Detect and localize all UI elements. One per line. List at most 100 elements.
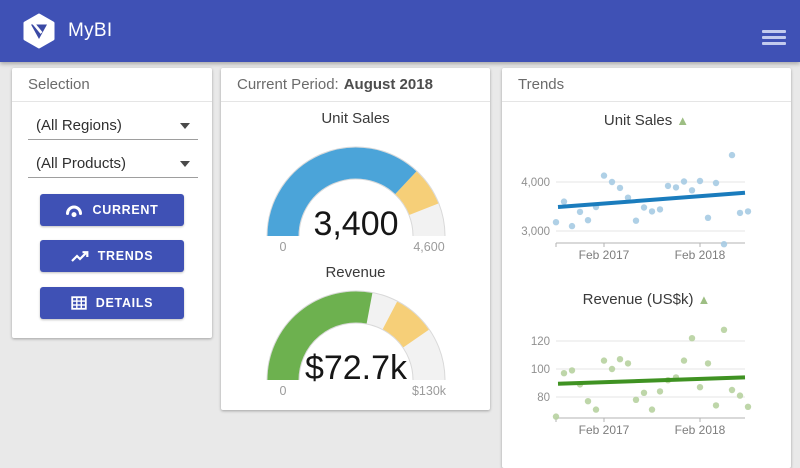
unit-sales-trend-xtick: Feb 2017 [579,248,630,262]
unit-sales-trend-point [576,208,584,216]
app-header: MyBI [0,0,800,62]
revenue-trend-ytick: 120 [531,336,550,348]
unit-sales-trend-point [560,198,568,205]
unit-sales-trend-ytick: 3,000 [521,226,550,238]
current-period-value: August 2018 [343,76,433,93]
revenue-trend-point [616,356,624,363]
current-button[interactable]: CURRENT [40,194,184,226]
revenue-gauge-band [381,301,429,348]
revenue-trend-point [744,403,752,410]
revenue-trend-xtick: Feb 2017 [579,423,630,437]
revenue-trend-point [632,396,640,403]
revenue-trend-xtick: Feb 2018 [675,423,726,437]
unit-sales-trend-point [728,151,736,159]
revenue-trend-point [696,384,704,391]
chevron-down-icon [180,160,190,167]
unit-sales-trend-ytick: 4,000 [521,177,550,189]
app-logo-icon [23,13,55,49]
revenue-trend-point [736,392,744,399]
trends-button-label: TRENDS [97,249,154,263]
regions-select-value: (All Regions) [36,117,122,134]
revenue-trend-chart: 120 100 80 Feb 2017 Feb 2018 [502,320,791,444]
unit-sales-gauge: 3,400 0 4,600 [246,140,466,258]
hamburger-menu-icon[interactable] [758,26,790,51]
revenue-trend-ytick: 80 [537,392,550,404]
revenue-trend-svg: 120 100 80 Feb 2017 Feb 2018 [531,326,752,437]
current-period-prefix: Current Period: [237,76,339,93]
revenue-trend-title-text: Revenue (US$k) [582,291,694,308]
unit-sales-trend-point [736,209,744,217]
unit-sales-trend-point [608,178,616,186]
unit-sales-gauge-band [394,171,438,216]
unit-sales-trend-point [744,208,752,215]
unit-sales-trend-point [552,219,560,226]
unit-sales-trend-point [616,184,624,192]
unit-sales-gauge-max-label: 4,600 [413,240,444,254]
unit-sales-trend-point [712,179,720,187]
unit-sales-trend-point [720,241,728,248]
unit-sales-trend-point [584,217,592,224]
revenue-trend-title: Revenue (US$k) ▲ [502,291,791,308]
unit-sales-trend-point [688,187,696,194]
revenue-gauge-max-label: $130k [411,384,446,398]
unit-sales-trend-point [648,208,656,215]
current-button-label: CURRENT [92,203,159,217]
unit-sales-trend-point [600,172,608,179]
revenue-gauge-min-label: 0 [279,384,286,398]
unit-sales-trend-title-text: Unit Sales [603,112,673,129]
revenue-trend-trendline [557,375,746,386]
unit-sales-trend-chart: 4,000 3,000 Feb 2017 Feb 2018 [502,145,791,269]
trending-up-icon [70,251,89,262]
trends-panel: Trends Unit Sales ▲ 4,000 3,000 Feb 2017 Feb… [502,68,791,468]
revenue-trend-ytick: 100 [531,364,550,376]
unit-sales-trend-point [632,217,640,224]
current-period-panel: Current Period: August 2018 Unit Sales 3,… [221,68,490,410]
unit-sales-trend-point [664,182,672,190]
dashboard-root: MyBI Selection (All Regions) (All Produc… [0,0,800,468]
revenue-trend-point [728,386,736,394]
revenue-trend-point [656,388,664,395]
revenue-trend-point [640,389,648,396]
revenue-gauge: $72.7k 0 $130k [246,284,466,402]
unit-sales-trend-point [704,214,712,221]
unit-sales-gauge-min-label: 0 [279,240,286,254]
unit-sales-trend-title: Unit Sales ▲ [502,112,791,129]
unit-sales-trend-trendline [557,190,746,209]
unit-sales-trend-point [656,206,664,213]
products-select[interactable]: (All Products) [28,150,198,178]
unit-sales-trend-xtick: Feb 2018 [675,248,726,262]
unit-sales-gauge-title: Unit Sales [321,110,390,127]
trends-button[interactable]: TRENDS [40,240,184,272]
trend-up-icon: ▲ [697,292,711,307]
revenue-trend-point [624,360,632,367]
trends-panel-title: Trends [502,68,791,102]
details-button-label: DETAILS [95,296,154,310]
revenue-trend-point [568,367,576,374]
regions-select[interactable]: (All Regions) [28,112,198,140]
unit-sales-gauge-svg: 3,400 0 4,600 [266,146,445,254]
products-select-value: (All Products) [36,155,127,172]
gauge-icon [66,205,83,217]
selection-panel: Selection (All Regions) (All Products) C… [12,68,212,338]
revenue-trend-point [600,357,608,364]
revenue-trend-point [560,370,568,377]
unit-sales-trend-svg: 4,000 3,000 Feb 2017 Feb 2018 [521,151,752,262]
revenue-gauge-svg: $72.7k 0 $130k [266,290,446,398]
revenue-trend-point [648,406,656,413]
revenue-trend-point [552,413,560,420]
selection-panel-title: Selection [12,68,212,102]
details-button[interactable]: DETAILS [40,287,184,319]
unit-sales-trend-point [568,222,576,230]
revenue-trend-point [720,326,728,333]
revenue-trend-point [592,406,600,413]
revenue-gauge-title: Revenue [325,264,386,281]
revenue-trend-point [712,402,720,409]
unit-sales-gauge-value-label: 3,400 [313,205,398,243]
revenue-trend-point [688,335,696,342]
revenue-trend-point [704,360,712,367]
unit-sales-trend-point [672,184,680,191]
unit-sales-trend-point [680,178,688,185]
unit-sales-trend-point [640,204,648,211]
revenue-trend-point [584,398,592,405]
revenue-gauge-value-label: $72.7k [304,349,407,387]
